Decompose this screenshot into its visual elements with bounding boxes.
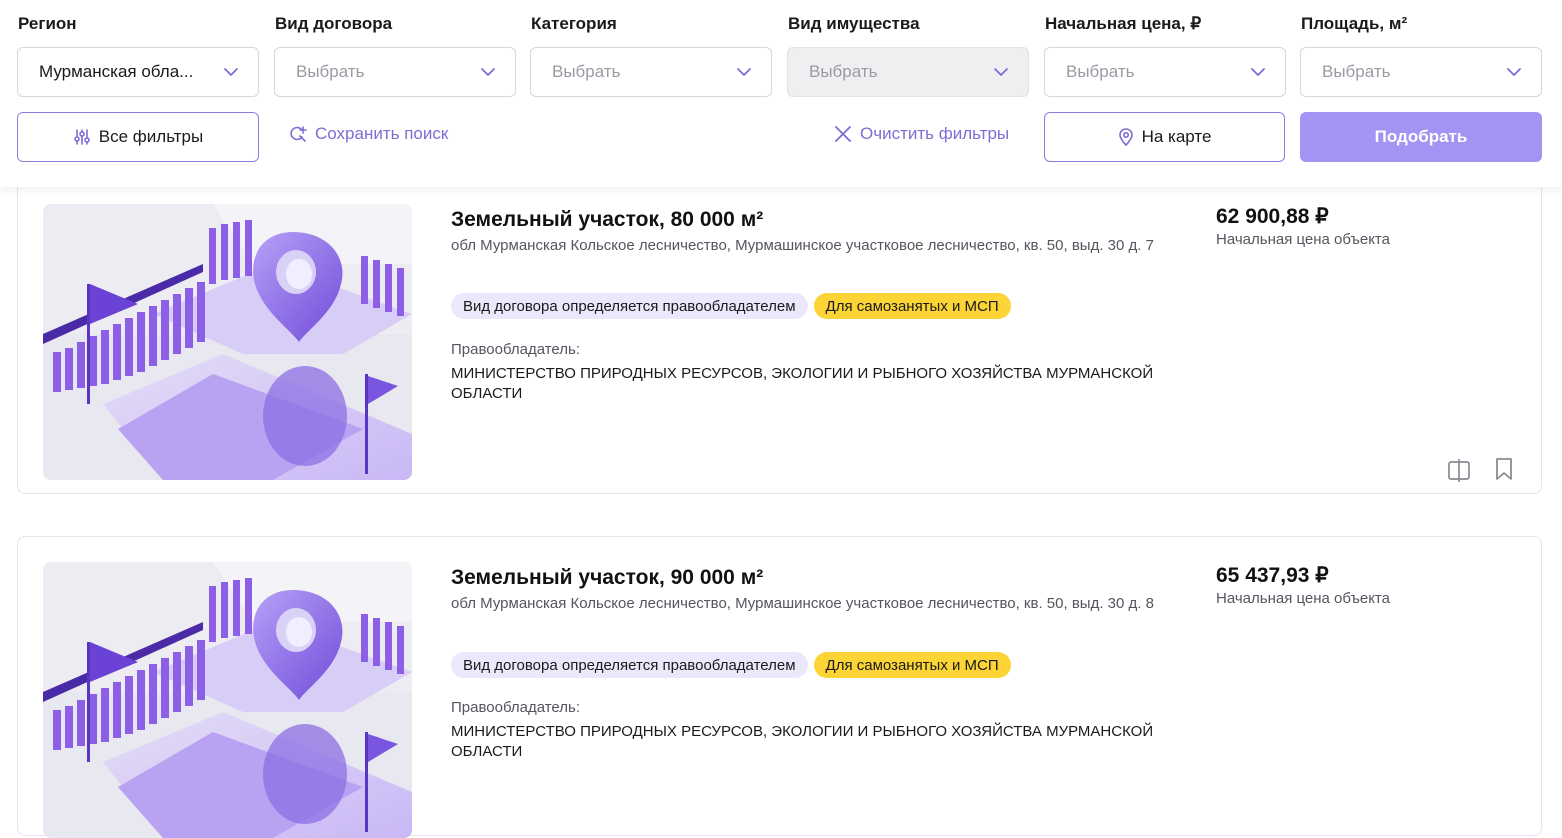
search-plus-icon — [290, 126, 307, 142]
region-select[interactable]: Мурманская обла... — [17, 47, 259, 97]
tag-contract-type: Вид договора определяется правообладател… — [451, 652, 808, 678]
category-select[interactable]: Выбрать — [530, 47, 772, 97]
submit-label: Подобрать — [1374, 127, 1468, 146]
area-select[interactable]: Выбрать — [1300, 47, 1542, 97]
chevron-down-icon — [1249, 63, 1267, 81]
tag-contract-type: Вид договора определяется правообладател… — [451, 293, 808, 319]
area-select-placeholder: Выбрать — [1322, 62, 1391, 81]
property-type-select: Выбрать — [787, 47, 1029, 97]
listing-image[interactable] — [43, 562, 412, 838]
listing-card[interactable]: Земельный участок, 90 000 м² обл Мурманс… — [17, 536, 1542, 836]
clear-filters-button[interactable]: Очистить фильтры — [834, 124, 1009, 144]
filter-region-label: Регион — [18, 14, 77, 33]
chevron-down-icon — [992, 63, 1010, 81]
listing-title[interactable]: Земельный участок, 80 000 м² — [451, 208, 763, 232]
map-pin-icon — [1118, 128, 1133, 146]
listing-tags: Вид договора определяется правообладател… — [451, 652, 1011, 678]
bookmark-icon[interactable] — [1491, 456, 1517, 482]
start-price-select[interactable]: Выбрать — [1044, 47, 1286, 97]
filter-area-label: Площадь, м² — [1301, 14, 1408, 33]
all-filters-button[interactable]: Все фильтры — [17, 112, 259, 162]
price-note: Начальная цена объекта — [1216, 231, 1390, 248]
owner-label: Правообладатель: — [451, 699, 581, 716]
on-map-button[interactable]: На карте — [1044, 112, 1285, 162]
submit-button[interactable]: Подобрать — [1300, 112, 1542, 162]
listing-address: обл Мурманская Кольское лесничество, Мур… — [451, 595, 1154, 612]
chevron-down-icon — [222, 63, 240, 81]
save-search-label: Сохранить поиск — [315, 124, 449, 143]
tag-msp: Для самозанятых и МСП — [813, 652, 1011, 678]
filter-panel: Регион Мурманская обла... Вид договора В… — [0, 0, 1562, 187]
listing-price: 65 437,93 ₽ — [1216, 564, 1329, 587]
contract-type-select[interactable]: Выбрать — [274, 47, 516, 97]
filter-contract-type-label: Вид договора — [275, 14, 393, 33]
on-map-label: На карте — [1141, 127, 1212, 146]
filter-category-label: Категория — [531, 14, 617, 33]
listing-image[interactable] — [43, 204, 412, 480]
property-type-select-placeholder: Выбрать — [809, 62, 878, 81]
owner-name: МИНИСТЕРСТВО ПРИРОДНЫХ РЕСУРСОВ, ЭКОЛОГИ… — [451, 365, 1154, 402]
listing-card[interactable]: Земельный участок, 80 000 м² обл Мурманс… — [17, 174, 1542, 494]
contract-type-select-placeholder: Выбрать — [296, 62, 365, 81]
chevron-down-icon — [479, 63, 497, 81]
start-price-select-placeholder: Выбрать — [1066, 62, 1135, 81]
all-filters-label: Все фильтры — [98, 127, 204, 146]
category-select-placeholder: Выбрать — [552, 62, 621, 81]
region-select-value: Мурманская обла... — [39, 62, 194, 81]
owner-label: Правообладатель: — [451, 341, 581, 358]
chevron-down-icon — [1505, 63, 1523, 81]
close-icon — [835, 126, 851, 142]
owner-name: МИНИСТЕРСТВО ПРИРОДНЫХ РЕСУРСОВ, ЭКОЛОГИ… — [451, 723, 1154, 760]
listing-title[interactable]: Земельный участок, 90 000 м² — [451, 566, 763, 590]
filter-property-type-label: Вид имущества — [788, 14, 920, 33]
sliders-icon — [73, 129, 90, 145]
listing-address: обл Мурманская Кольское лесничество, Мур… — [451, 237, 1154, 254]
compare-icon[interactable] — [1446, 457, 1472, 483]
price-note: Начальная цена объекта — [1216, 590, 1390, 607]
listing-tags: Вид договора определяется правообладател… — [451, 293, 1011, 319]
tag-msp: Для самозанятых и МСП — [813, 293, 1011, 319]
filter-start-price-label: Начальная цена, ₽ — [1045, 14, 1202, 33]
listing-price: 62 900,88 ₽ — [1216, 205, 1329, 228]
clear-filters-label: Очистить фильтры — [860, 124, 1010, 143]
save-search-button[interactable]: Сохранить поиск — [289, 124, 448, 144]
chevron-down-icon — [735, 63, 753, 81]
